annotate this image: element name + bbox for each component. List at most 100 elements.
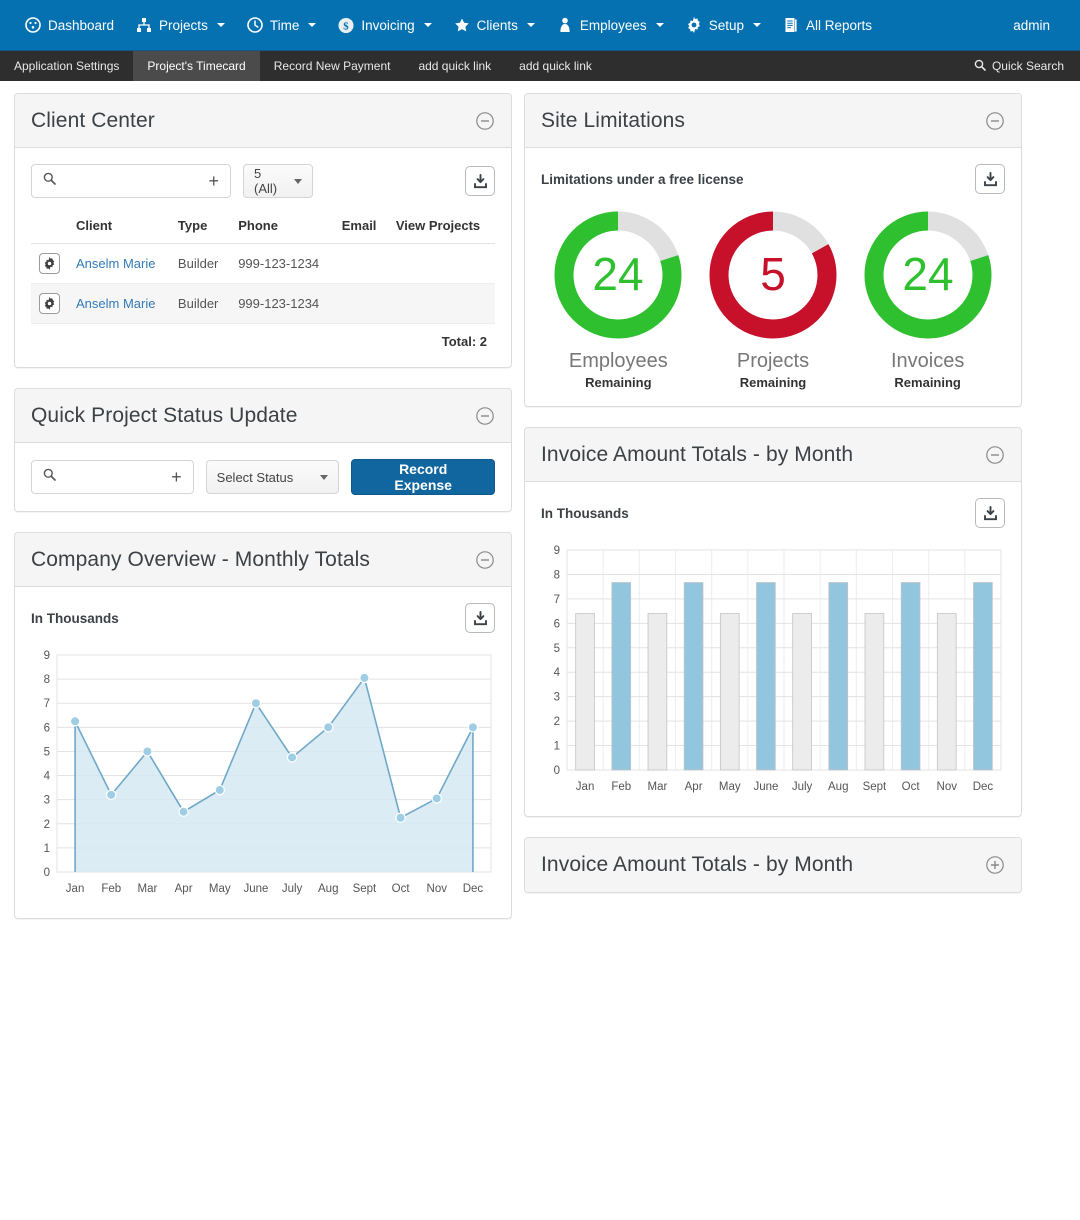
add-project-button[interactable]: +: [171, 468, 182, 486]
nav-item-setup[interactable]: Setup: [675, 0, 772, 50]
svg-text:Dec: Dec: [973, 781, 994, 793]
top-navbar: Dashboard Projects Time $ Invoicing Clie…: [0, 0, 1080, 50]
expand-plus-icon[interactable]: [985, 855, 1005, 875]
table-row[interactable]: Anselm Marie Builder 999-123-1234: [31, 243, 495, 284]
project-search-input[interactable]: +: [31, 460, 194, 494]
subnav-item-add-quick-link-1[interactable]: add quick link: [404, 51, 505, 81]
quick-status-controls: + Select Status Record Expense: [31, 459, 495, 495]
nav-item-dashboard[interactable]: Dashboard: [14, 0, 125, 50]
invoice-totals-collapsed-header[interactable]: Invoice Amount Totals - by Month: [525, 838, 1021, 892]
nav-item-label: All Reports: [805, 17, 872, 33]
collapse-minus-icon[interactable]: [475, 111, 495, 131]
client-search-input[interactable]: +: [31, 164, 231, 198]
quick-search-button[interactable]: Quick Search: [958, 51, 1080, 81]
svg-text:4: 4: [554, 667, 561, 679]
search-icon: [43, 172, 56, 190]
svg-text:24: 24: [593, 248, 644, 300]
client-name-link[interactable]: Anselm Marie: [76, 296, 155, 311]
area-chart-download-button[interactable]: [465, 603, 495, 633]
nav-item-employees[interactable]: Employees: [546, 0, 675, 50]
subnav-item-projects-timecard[interactable]: Project's Timecard: [133, 51, 260, 81]
client-center-header: Client Center: [15, 94, 511, 148]
chevron-down-icon: [526, 23, 535, 27]
svg-text:1: 1: [554, 741, 560, 753]
row-gear-icon[interactable]: [39, 253, 60, 274]
subnav-item-application-settings[interactable]: Application Settings: [0, 51, 133, 81]
invoice-totals-bar-chart: 0 1 2 3 4 5 6 7 8 9 Jan Feb Mar Apr May June July Aug Sept…: [554, 545, 1002, 793]
sitemap-icon: [136, 17, 152, 33]
svg-text:6: 6: [554, 618, 560, 630]
limitations-subtitle: Limitations under a free license: [541, 171, 744, 187]
client-name-link[interactable]: Anselm Marie: [76, 256, 155, 271]
column-header-type: Type: [169, 212, 231, 244]
site-limitations-panel: Site Limitations Limitations under a fre…: [524, 93, 1022, 407]
svg-text:24: 24: [902, 248, 953, 300]
svg-text:3: 3: [554, 692, 560, 704]
nav-item-clients[interactable]: Clients: [443, 0, 546, 50]
nav-item-projects[interactable]: Projects: [125, 0, 236, 50]
nav-item-label: Projects: [159, 17, 208, 33]
site-limitations-body: Limitations under a free license 24 Empl…: [525, 148, 1021, 406]
row-actions-cell: [31, 283, 68, 324]
client-view-projects[interactable]: [387, 243, 495, 284]
table-row[interactable]: Anselm Marie Builder 999-123-1234: [31, 283, 495, 324]
secondary-navbar: Application Settings Project's Timecard …: [0, 50, 1080, 81]
gauge-employees: 24 Employees Remaining: [551, 208, 685, 390]
svg-text:Feb: Feb: [611, 781, 631, 793]
gauge-sublabel: Remaining: [739, 375, 807, 390]
panel-title: Client Center: [31, 108, 155, 132]
panel-title: Site Limitations: [541, 108, 685, 132]
svg-text:2: 2: [554, 716, 560, 728]
limitations-download-button[interactable]: [975, 164, 1005, 194]
gauge-label: Employees: [568, 350, 668, 372]
svg-text:5: 5: [760, 248, 786, 300]
record-expense-button[interactable]: Record Expense: [351, 459, 495, 495]
client-type: Builder: [169, 283, 231, 324]
export-download-button[interactable]: [465, 166, 495, 196]
svg-text:Jan: Jan: [66, 883, 85, 895]
svg-text:Dec: Dec: [463, 883, 484, 895]
report-icon: [783, 17, 799, 33]
subnav-item-record-new-payment[interactable]: Record New Payment: [260, 51, 405, 81]
nav-item-label: Dashboard: [48, 17, 115, 33]
svg-text:Apr: Apr: [175, 883, 193, 895]
client-phone: 999-123-1234: [230, 283, 334, 324]
user-menu[interactable]: admin: [1003, 18, 1066, 33]
area-chart-title: In Thousands: [31, 610, 119, 626]
quick-search-label: Quick Search: [991, 59, 1064, 73]
nav-item-label: Invoicing: [361, 17, 415, 33]
gear-icon: [686, 17, 702, 33]
nav-item-invoicing[interactable]: $ Invoicing: [327, 0, 442, 50]
client-view-projects[interactable]: [387, 283, 495, 324]
gauge-label: Invoices: [890, 350, 965, 372]
subnav-label: add quick link: [418, 59, 492, 73]
collapse-minus-icon[interactable]: [475, 550, 495, 570]
client-center-panel: Client Center + 5 (All) Client Type Phon…: [14, 93, 512, 368]
nav-item-all-reports[interactable]: All Reports: [772, 0, 883, 50]
collapse-minus-icon[interactable]: [985, 111, 1005, 131]
chevron-down-icon: [752, 23, 761, 27]
svg-text:Aug: Aug: [828, 781, 848, 793]
subnav-item-add-quick-link-2[interactable]: add quick link: [505, 51, 606, 81]
add-client-button[interactable]: +: [208, 172, 219, 190]
svg-text:5: 5: [44, 746, 50, 758]
company-overview-panel: Company Overview - Monthly Totals In Tho…: [14, 532, 512, 919]
svg-text:June: June: [753, 781, 778, 793]
panel-title: Invoice Amount Totals - by Month: [541, 442, 854, 466]
column-header-client: Client: [68, 212, 170, 244]
page-size-select[interactable]: 5 (All): [243, 164, 313, 198]
nav-item-label: Clients: [476, 17, 518, 33]
row-gear-icon[interactable]: [39, 293, 60, 314]
primary-nav: Dashboard Projects Time $ Invoicing Clie…: [14, 0, 1003, 50]
bar-chart-download-button[interactable]: [975, 498, 1005, 528]
collapse-minus-icon[interactable]: [475, 406, 495, 426]
gauge-sublabel: Remaining: [585, 375, 652, 390]
svg-text:Mar: Mar: [648, 781, 668, 793]
status-select[interactable]: Select Status: [205, 460, 340, 494]
bar-chart-title: In Thousands: [541, 505, 629, 521]
svg-text:June: June: [243, 883, 268, 895]
left-column: Client Center + 5 (All) Client Type Phon…: [14, 93, 512, 919]
chevron-down-icon: [655, 23, 664, 27]
collapse-minus-icon[interactable]: [985, 445, 1005, 465]
nav-item-time[interactable]: Time: [236, 0, 328, 50]
